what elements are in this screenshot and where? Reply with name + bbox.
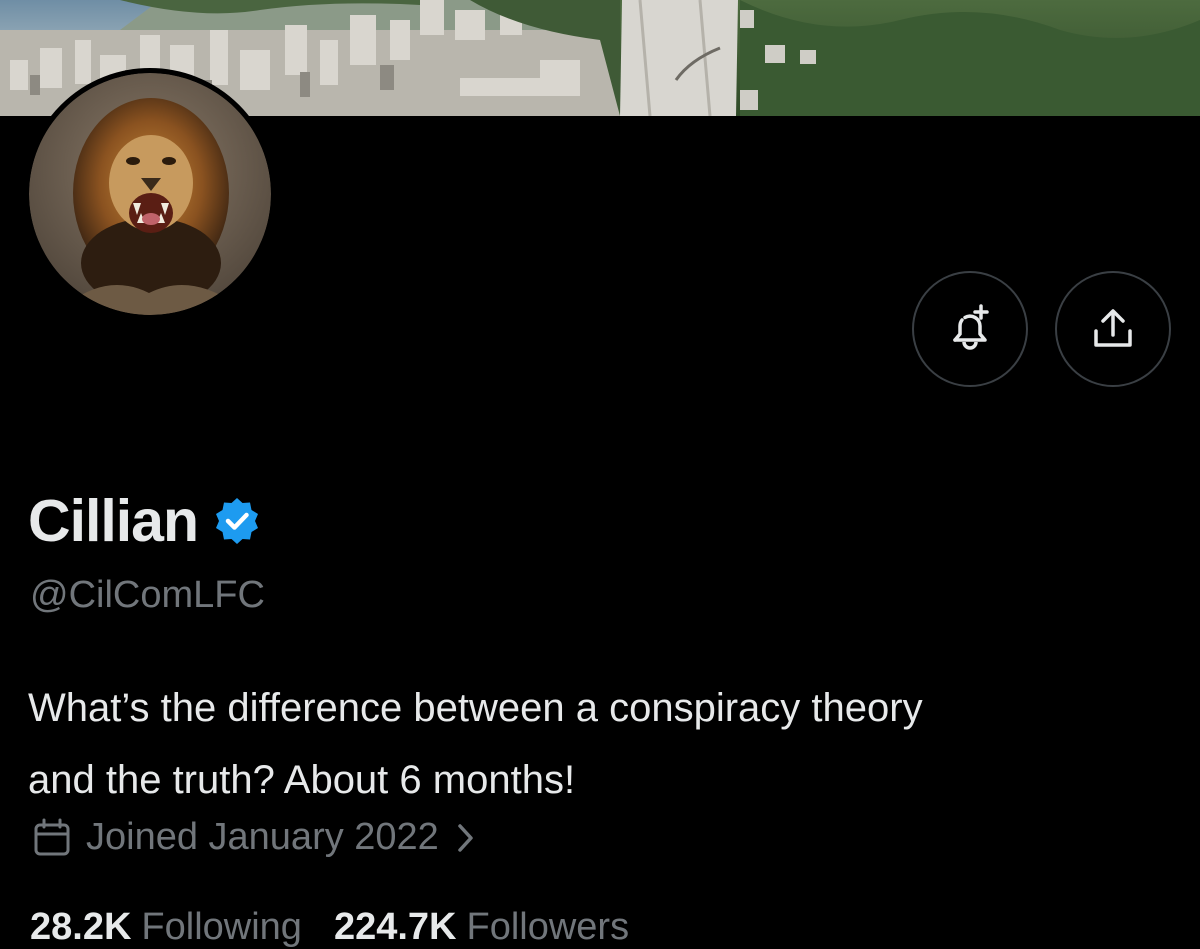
- share-upload-icon: [1094, 309, 1132, 347]
- verified-badge-icon[interactable]: [212, 496, 262, 546]
- display-name-row: Cillian: [28, 486, 262, 556]
- share-profile-button[interactable]: [1055, 271, 1171, 387]
- bell-plus-icon: [953, 304, 989, 350]
- followers-count: 224.7K: [333, 906, 457, 948]
- display-name: Cillian: [28, 488, 199, 554]
- bio-line: What’s the difference between a conspira…: [28, 686, 923, 730]
- following-label: Following: [141, 906, 302, 948]
- calendar-icon: [34, 818, 70, 855]
- bio-line: and the truth? About 6 months!: [28, 758, 576, 802]
- joined-date-link[interactable]: Joined January 2022: [32, 816, 491, 859]
- avatar[interactable]: [24, 68, 276, 320]
- follow-stats: 28.2K Following 224.7K Followers: [30, 906, 661, 949]
- profile-bio: What’s the difference between a conspira…: [28, 672, 1178, 816]
- chevron-right-icon: [458, 823, 473, 852]
- notifications-button[interactable]: [912, 271, 1028, 387]
- lion-avatar-image: [29, 73, 271, 315]
- following-count: 28.2K: [30, 906, 132, 948]
- user-handle: @CilComLFC: [30, 574, 265, 616]
- joined-date: Joined January 2022: [86, 816, 439, 858]
- followers-link[interactable]: 224.7K Followers: [334, 906, 629, 949]
- followers-label: Followers: [466, 906, 630, 948]
- following-link[interactable]: 28.2K Following: [30, 906, 302, 949]
